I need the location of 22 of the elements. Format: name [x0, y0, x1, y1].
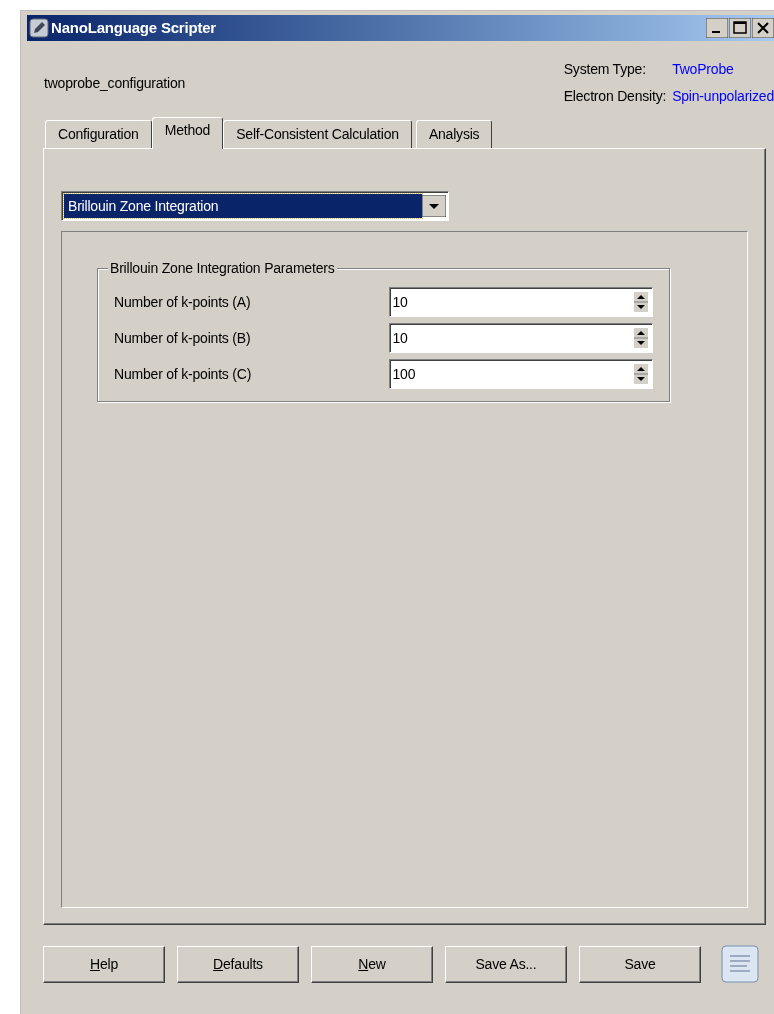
dialog-button[interactable]: New — [311, 945, 433, 983]
number-field[interactable]: 10 — [389, 323, 653, 353]
number-field[interactable]: 100 — [389, 359, 653, 389]
tab[interactable]: Method — [151, 117, 224, 149]
method-dropdown[interactable]: Brillouin Zone Integration — [64, 194, 422, 218]
dialog-button[interactable]: Defaults — [177, 945, 299, 983]
tab[interactable]: Configuration — [45, 120, 152, 148]
field-label: Number of k-points (C) — [114, 364, 253, 384]
dialog-button[interactable]: Save As... — [445, 945, 567, 983]
info-value: Spin-unpolarized — [672, 87, 774, 106]
tab[interactable]: Self-Consistent Calculation — [223, 120, 412, 148]
configuration-name: twoprobe_configuration — [44, 73, 186, 93]
info-value: TwoProbe — [672, 60, 735, 79]
info-label: Electron Density: — [563, 87, 667, 106]
field-label: Number of k-points (A) — [114, 292, 252, 312]
dialog-button[interactable]: Save — [579, 945, 701, 983]
window-title: NanoLanguage Scripter — [51, 17, 216, 38]
field-label: Number of k-points (B) — [114, 328, 252, 348]
info-label: System Type: — [563, 60, 647, 79]
number-field[interactable]: 10 — [389, 287, 653, 317]
dialog-button[interactable]: Help — [43, 945, 165, 983]
tab[interactable]: Analysis — [415, 120, 493, 148]
